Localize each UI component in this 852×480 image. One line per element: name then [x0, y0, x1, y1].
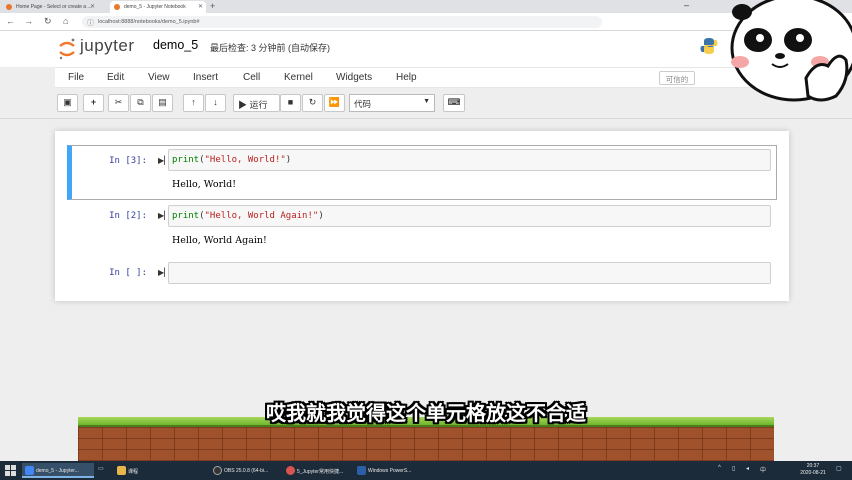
cell-type-value: 代码	[354, 99, 372, 109]
code-cell[interactable]: In [3]: ▶▏ print("Hello, World!") Hello,…	[67, 145, 777, 200]
browser-icon	[25, 466, 34, 475]
ime-icon[interactable]: 中	[760, 465, 766, 474]
paste-icon[interactable]: ▤	[152, 94, 173, 112]
back-arrow-icon[interactable]: ←	[6, 16, 15, 26]
tab-title: Home Page - Select or create a ...	[16, 4, 92, 10]
play-icon: ▶	[238, 100, 248, 110]
menu-bar: File Edit View Insert Cell Kernel Widget…	[55, 67, 789, 88]
menu-view[interactable]: View	[148, 72, 170, 83]
code-function: print	[172, 155, 200, 165]
url-text: localhost:8888/notebooks/demo_5.ipynb#	[98, 19, 200, 25]
taskbar-item-powershell[interactable]: Windows PowerS...	[354, 463, 426, 478]
obs-icon	[213, 466, 222, 475]
video-subtitle: 哎我就我觉得这个单元格放这不合适	[266, 403, 586, 425]
notification-icon[interactable]: ▢	[836, 465, 842, 472]
input-prompt: In [3]:	[109, 156, 147, 166]
home-icon[interactable]: ⌂	[63, 16, 68, 26]
code-input[interactable]: print("Hello, World!")	[168, 149, 771, 171]
taskbar-label: 5_Jupyter常用快捷...	[297, 469, 344, 475]
header-divider	[0, 118, 852, 119]
tray-chevron-icon[interactable]: ^	[718, 465, 721, 471]
close-icon[interactable]: ✕	[198, 3, 203, 10]
input-prompt: In [ ]:	[109, 268, 147, 278]
taskbar-label: demo_5 - Jupyter...	[36, 468, 79, 474]
jupyter-favicon-icon	[6, 4, 12, 10]
save-icon[interactable]: ▣	[57, 94, 78, 112]
insert-cell-below-icon[interactable]: +	[83, 94, 104, 112]
code-paren: )	[318, 211, 324, 221]
taskbar-item-obs[interactable]: OBS 25.0.8 (64-bi...	[210, 463, 282, 478]
clock-time: 20:37	[806, 463, 820, 469]
minimize-icon[interactable]: –	[684, 0, 689, 10]
chevron-down-icon: ▼	[423, 98, 430, 105]
cell-type-select[interactable]: 代码 ▼	[349, 94, 435, 112]
browser-tab-notebook[interactable]: demo_5 - Jupyter Notebook ✕	[110, 1, 206, 13]
info-icon: ⓘ	[87, 20, 94, 27]
input-prompt: In [2]:	[109, 211, 147, 221]
trusted-indicator[interactable]: 可信的	[659, 71, 695, 85]
jupyter-logo-text: jupyter	[80, 36, 135, 55]
menu-edit[interactable]: Edit	[107, 72, 124, 83]
clock-date: 2020-08-21	[800, 470, 826, 476]
brick-strip	[78, 427, 774, 461]
notebook-container: In [3]: ▶▏ print("Hello, World!") Hello,…	[55, 131, 789, 301]
folder-icon	[117, 466, 126, 475]
taskbar-item-document[interactable]: 5_Jupyter常用快捷...	[283, 463, 353, 478]
code-string: "Hello, World Again!"	[204, 211, 319, 221]
tab-title: demo_5 - Jupyter Notebook	[124, 4, 186, 10]
code-input[interactable]	[168, 262, 771, 284]
code-cell[interactable]: In [2]: ▶▏ print("Hello, World Again!") …	[67, 203, 777, 253]
stop-icon[interactable]: ■	[280, 94, 301, 112]
taskbar-label: Windows PowerS...	[368, 468, 412, 474]
restart-icon[interactable]: ↻	[302, 94, 323, 112]
file-explorer-icon[interactable]: ▭	[98, 465, 104, 472]
code-function: print	[172, 211, 200, 221]
windows-start-icon[interactable]	[5, 465, 16, 476]
menu-file[interactable]: File	[68, 72, 84, 83]
copy-icon[interactable]: ⧉	[130, 94, 151, 112]
notebook-name[interactable]: demo_5	[153, 38, 198, 52]
menu-help[interactable]: Help	[396, 72, 417, 83]
taskbar-item-folder[interactable]: 课程	[114, 463, 174, 478]
forward-arrow-icon[interactable]: →	[24, 16, 33, 26]
browser-tab-home[interactable]: Home Page - Select or create a ... ✕	[2, 1, 98, 13]
reload-icon[interactable]: ↻	[44, 16, 52, 27]
checkpoint-status: 最后检查: 3 分钟前 (自动保存)	[210, 43, 331, 53]
menu-kernel[interactable]: Kernel	[284, 72, 313, 83]
taskbar-label: OBS 25.0.8 (64-bi...	[224, 468, 269, 474]
jupyter-favicon-icon	[114, 4, 120, 10]
code-cell[interactable]: In [ ]: ▶▏	[67, 259, 777, 289]
move-up-icon[interactable]: ↑	[183, 94, 204, 112]
panda-sticker-icon	[730, 0, 852, 102]
windows-taskbar: demo_5 - Jupyter... ▭ 课程 OBS 25.0.8 (64-…	[0, 461, 852, 480]
menu-cell[interactable]: Cell	[243, 72, 260, 83]
fast-forward-icon[interactable]: ⏩	[324, 94, 345, 112]
taskbar-clock[interactable]: 20:37 2020-08-21	[796, 463, 830, 477]
keyboard-icon[interactable]: ⌨	[443, 94, 465, 112]
taskbar-item-browser[interactable]: demo_5 - Jupyter...	[22, 463, 94, 478]
menu-insert[interactable]: Insert	[193, 72, 218, 83]
cell-output: Hello, World Again!	[172, 235, 267, 246]
menu-widgets[interactable]: Widgets	[336, 72, 372, 83]
jupyter-logo-icon[interactable]	[58, 37, 76, 61]
close-icon[interactable]: ✕	[90, 3, 95, 10]
code-paren: )	[285, 155, 292, 165]
cell-output: Hello, World!	[172, 179, 237, 190]
new-tab-icon[interactable]: +	[210, 1, 215, 11]
url-field[interactable]: ⓘ localhost:8888/notebooks/demo_5.ipynb#	[82, 16, 602, 28]
run-label: 运行	[249, 100, 268, 110]
notebook-toolbar: ▣ + ✂ ⧉ ▤ ↑ ↓ ▶ 运行 ■ ↻ ⏩ 代码 ▼ ⌨	[55, 92, 789, 116]
volume-icon[interactable]: ◂	[746, 465, 749, 472]
network-icon[interactable]: ▯	[732, 465, 735, 472]
powershell-icon	[357, 466, 366, 475]
move-down-icon[interactable]: ↓	[205, 94, 226, 112]
document-icon	[286, 466, 295, 475]
code-string: "Hello, World!"	[204, 155, 286, 165]
cut-icon[interactable]: ✂	[108, 94, 129, 112]
taskbar-label: 课程	[128, 469, 139, 475]
code-input[interactable]: print("Hello, World Again!")	[168, 205, 771, 227]
run-button[interactable]: ▶ 运行	[233, 94, 280, 112]
